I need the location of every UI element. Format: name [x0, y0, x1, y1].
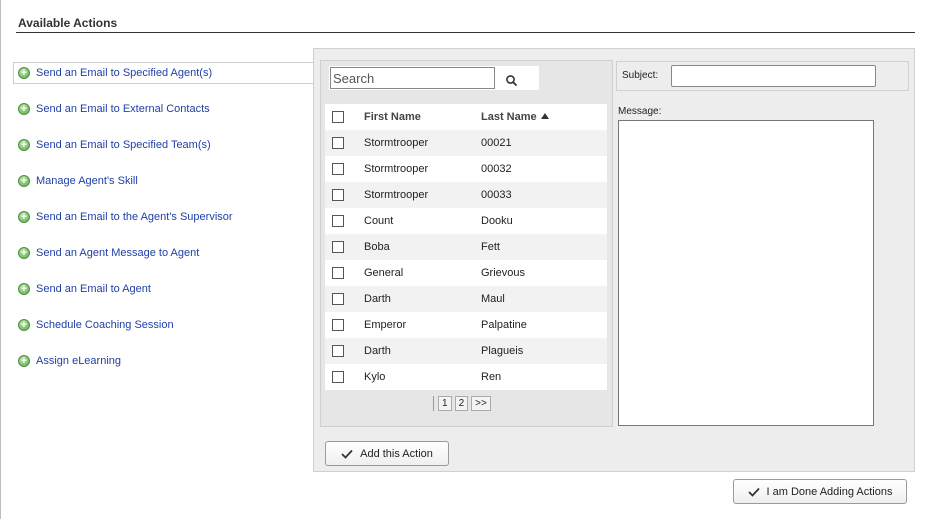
first-name-cell: Stormtrooper [364, 163, 429, 175]
action-item[interactable]: + Send an Email to the Agent's Supervisor [14, 206, 314, 228]
checkmark-icon [341, 449, 353, 459]
first-name-cell: Stormtrooper [364, 137, 429, 149]
action-item[interactable]: + Send an Email to External Contacts [14, 98, 314, 120]
last-name-cell: Maul [481, 293, 505, 305]
subject-input[interactable] [671, 65, 876, 87]
plus-circle-icon: + [18, 355, 30, 367]
done-adding-actions-button[interactable]: I am Done Adding Actions [733, 479, 907, 504]
add-action-label: Add this Action [360, 447, 433, 460]
row-checkbox[interactable] [332, 215, 344, 227]
table-row[interactable]: Emperor Palpatine [325, 312, 607, 338]
pagination: 1 2 >> [433, 396, 491, 411]
message-input[interactable] [618, 120, 874, 426]
page-button[interactable]: 2 [454, 396, 469, 411]
column-header-first-name[interactable]: First Name [364, 111, 421, 123]
action-item-label: Send an Email to External Contacts [36, 103, 210, 115]
search-icon[interactable] [505, 74, 519, 88]
agent-table: First Name Last Name Stormtrooper 00021 St… [325, 104, 607, 390]
last-name-cell: Dooku [481, 215, 513, 227]
last-name-cell: 00033 [481, 189, 512, 201]
checkmark-icon [747, 487, 760, 497]
last-name-cell: 00032 [481, 163, 512, 175]
plus-circle-icon: + [18, 139, 30, 151]
table-row[interactable]: Stormtrooper 00021 [325, 130, 607, 156]
section-divider [16, 32, 915, 33]
action-item-label: Manage Agent's Skill [36, 175, 138, 187]
action-item-label: Send an Agent Message to Agent [36, 247, 200, 259]
action-item[interactable]: + Send an Email to Agent [14, 278, 314, 300]
action-item-label: Send an Email to Specified Agent(s) [36, 67, 213, 79]
row-checkbox[interactable] [332, 319, 344, 331]
plus-circle-icon: + [18, 283, 30, 295]
row-checkbox[interactable] [332, 241, 344, 253]
table-row[interactable]: Darth Plagueis [325, 338, 607, 364]
action-item-label: Send an Email to Agent [36, 283, 151, 295]
row-checkbox[interactable] [332, 189, 344, 201]
table-header-row: First Name Last Name [325, 104, 607, 130]
search-input[interactable] [330, 67, 495, 89]
last-name-cell: Ren [481, 371, 502, 383]
last-name-cell: Fett [481, 241, 500, 253]
action-item-label: Send an Email to the Agent's Supervisor [36, 211, 233, 223]
message-label: Message: [618, 106, 662, 117]
last-name-cell: Palpatine [481, 319, 527, 331]
table-row[interactable]: Stormtrooper 00033 [325, 182, 607, 208]
page-left-border [0, 0, 1, 519]
action-item-label: Assign eLearning [36, 355, 122, 367]
select-all-checkbox[interactable] [332, 111, 344, 123]
row-checkbox[interactable] [332, 267, 344, 279]
action-item[interactable]: + Send an Email to Specified Team(s) [14, 134, 314, 156]
table-row[interactable]: Boba Fett [325, 234, 607, 260]
actions-list: + Send an Email to Specified Agent(s) + Sen… [13, 62, 314, 386]
row-checkbox[interactable] [332, 163, 344, 175]
row-checkbox[interactable] [332, 293, 344, 305]
last-name-cell: Grievous [481, 267, 526, 279]
action-item-label: Schedule Coaching Session [36, 319, 174, 331]
plus-circle-icon: + [18, 175, 30, 187]
action-item[interactable]: + Assign eLearning [14, 350, 314, 372]
table-row[interactable]: Darth Maul [325, 286, 607, 312]
last-name-cell: 00021 [481, 137, 512, 149]
table-row[interactable]: General Grievous [325, 260, 607, 286]
first-name-cell: Darth [364, 293, 391, 305]
page-button[interactable]: 1 [438, 396, 452, 411]
action-item-label: Send an Email to Specified Team(s) [36, 139, 211, 151]
row-checkbox[interactable] [332, 371, 344, 383]
row-checkbox[interactable] [332, 137, 344, 149]
row-checkbox[interactable] [332, 345, 344, 357]
subject-label: Subject: [622, 70, 659, 81]
add-action-button[interactable]: Add this Action [325, 441, 449, 466]
plus-circle-icon: + [18, 211, 30, 223]
action-item[interactable]: + Schedule Coaching Session [14, 314, 314, 336]
section-title: Available Actions [18, 16, 118, 30]
plus-circle-icon: + [18, 67, 30, 79]
next-page-button[interactable]: >> [471, 396, 491, 411]
first-name-cell: Emperor [364, 319, 407, 331]
action-item[interactable]: + Manage Agent's Skill [14, 170, 314, 192]
action-item[interactable]: + Send an Email to Specified Agent(s) [13, 62, 313, 84]
pager-divider [433, 396, 434, 411]
plus-circle-icon: + [18, 319, 30, 331]
table-row[interactable]: Count Dooku [325, 208, 607, 234]
first-name-cell: Darth [364, 345, 391, 357]
sort-ascending-icon [540, 113, 549, 119]
table-row[interactable]: Stormtrooper 00032 [325, 156, 607, 182]
last-name-cell: Plagueis [481, 345, 524, 357]
first-name-cell: Stormtrooper [364, 189, 429, 201]
action-item[interactable]: + Send an Agent Message to Agent [14, 242, 314, 264]
plus-circle-icon: + [18, 103, 30, 115]
done-adding-actions-label: I am Done Adding Actions [766, 485, 893, 498]
first-name-cell: Boba [364, 241, 390, 253]
plus-circle-icon: + [18, 247, 30, 259]
column-header-last-name[interactable]: Last Name [481, 111, 549, 123]
first-name-cell: Count [364, 215, 394, 227]
first-name-cell: Kylo [364, 371, 386, 383]
first-name-cell: General [364, 267, 404, 279]
table-row[interactable]: Kylo Ren [325, 364, 607, 390]
